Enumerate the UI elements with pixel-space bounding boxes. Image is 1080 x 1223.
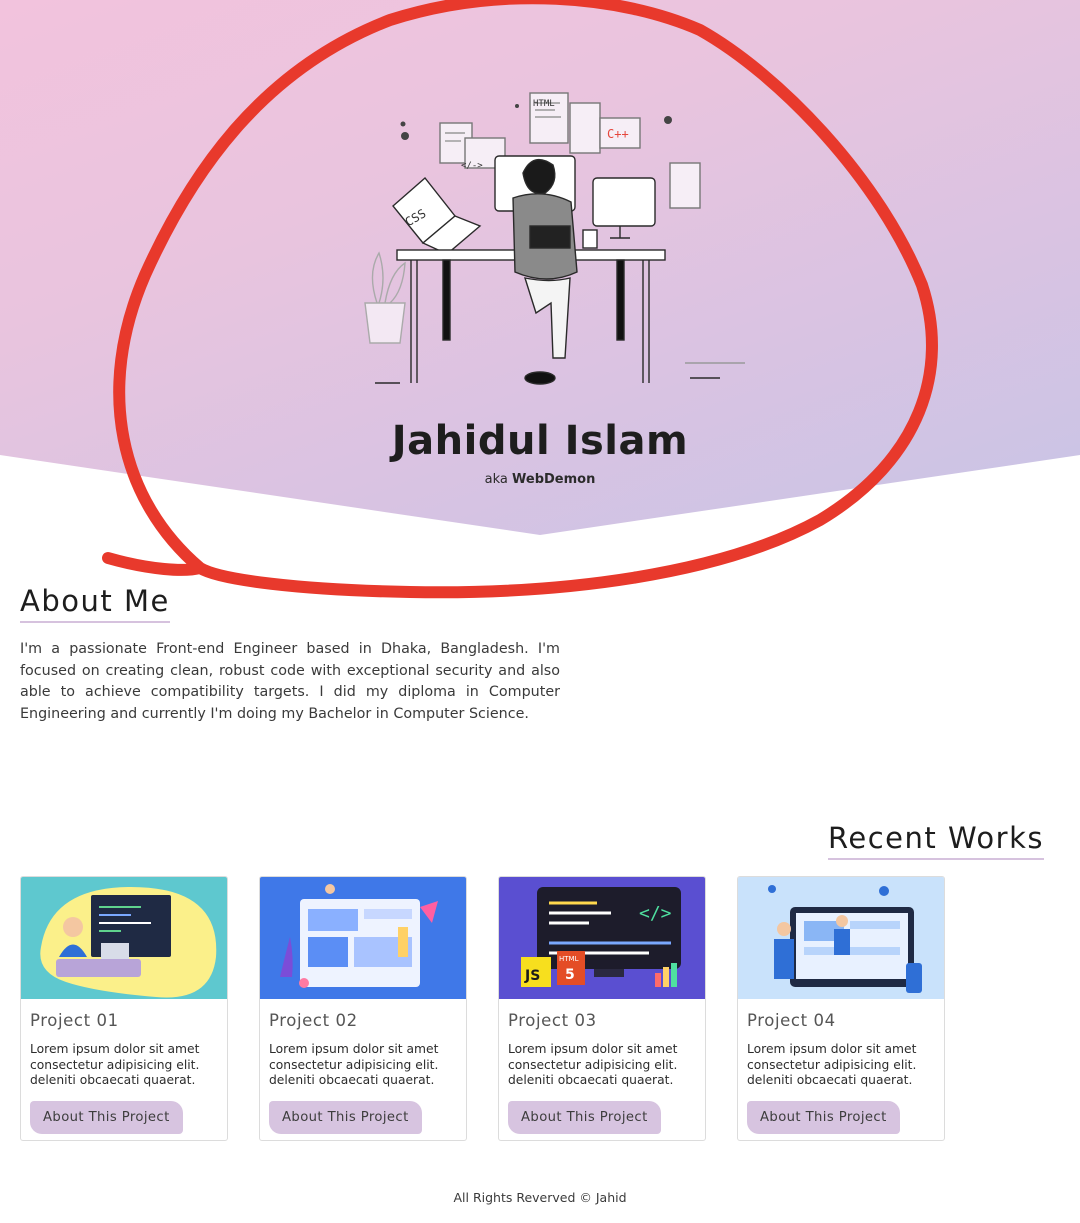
project-card: Project 02 Lorem ipsum dolor sit amet co… <box>259 876 467 1141</box>
developer-at-desk-illustration: HTML C++ CSS </-> <box>364 92 745 385</box>
team-website-illustration <box>738 877 944 999</box>
about-title: About Me <box>20 584 170 623</box>
project-description: Lorem ipsum dolor sit amet consectetur a… <box>747 1042 917 1087</box>
works-title: Recent Works <box>828 821 1044 860</box>
project-description: Lorem ipsum dolor sit amet consectetur a… <box>508 1042 678 1087</box>
cpp-label: C++ <box>607 127 629 141</box>
about-project-button[interactable]: About This Project <box>269 1101 422 1134</box>
project-title: Project 03 <box>508 1011 597 1030</box>
about-project-button[interactable]: About This Project <box>30 1101 183 1134</box>
js-badge: JS <box>524 968 540 984</box>
aka-handle: WebDemon <box>512 472 596 487</box>
code-label: </-> <box>461 161 483 171</box>
project-title: Project 02 <box>269 1011 358 1030</box>
about-text: I'm a passionate Front-end Engineer base… <box>20 641 560 722</box>
aka-prefix: aka <box>484 472 508 487</box>
hero-section: HTML C++ CSS </-> Jahidul Islam aka WebD… <box>0 0 1080 535</box>
about-project-button[interactable]: About This Project <box>508 1101 661 1134</box>
web-design-illustration <box>260 877 466 999</box>
hero-aka: aka WebDemon <box>0 472 1080 487</box>
project-description: Lorem ipsum dolor sit amet consectetur a… <box>30 1042 200 1087</box>
project-title: Project 04 <box>747 1011 836 1030</box>
project-title: Project 01 <box>30 1011 119 1030</box>
project-card: Project 01 Lorem ipsum dolor sit amet co… <box>20 876 228 1141</box>
coding-monitor-illustration: </> JS HTML 5 <box>499 877 705 999</box>
developer-laptop-illustration <box>21 877 227 999</box>
project-description: Lorem ipsum dolor sit amet consectetur a… <box>269 1042 439 1087</box>
html-badge: HTML <box>559 955 579 963</box>
hero-name: Jahidul Islam <box>391 418 689 464</box>
html-label: HTML <box>533 99 555 109</box>
project-card: Project 04 Lorem ipsum dolor sit amet co… <box>737 876 945 1141</box>
html5-badge: 5 <box>565 967 575 983</box>
project-card: </> JS HTML 5 Project 03 Lorem ipsum dol… <box>498 876 706 1141</box>
code-badge: </> <box>639 903 672 924</box>
about-project-button[interactable]: About This Project <box>747 1101 900 1134</box>
footer-text: All Rights Reverved © Jahid <box>453 1190 627 1205</box>
